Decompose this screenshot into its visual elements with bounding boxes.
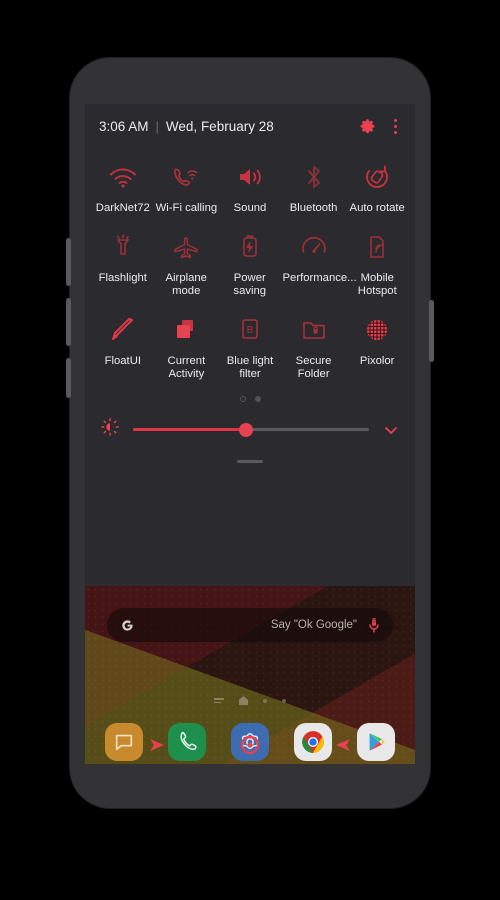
tile-label: FloatUI <box>104 354 141 367</box>
phone-device: 3:06 AM | Wed, February 28 DarkNet72 Wi-… <box>66 58 434 808</box>
page-dot-2-active[interactable] <box>254 395 261 402</box>
home-page-indicator[interactable] <box>85 696 415 705</box>
square-stack-icon <box>172 313 200 347</box>
secure-folder-icon <box>301 313 327 347</box>
wifi-icon <box>108 160 138 194</box>
pen-icon <box>109 313 137 347</box>
tile-label: Performance... <box>282 271 357 284</box>
quick-settings-tiles: DarkNet72 Wi-Fi calling Sound Bluetooth … <box>85 148 415 404</box>
tile-label: Airplane mode <box>165 271 207 298</box>
tile-wifi-calling[interactable]: Wi-Fi calling <box>155 152 219 222</box>
navigation-bar <box>85 726 415 764</box>
tile-airplane-mode[interactable]: Airplane mode <box>155 222 219 305</box>
tile-label: Mobile Hotspot <box>357 271 397 298</box>
brightness-row <box>85 408 415 452</box>
svg-text:B: B <box>247 325 254 336</box>
tile-label: Secure Folder <box>295 354 332 381</box>
tile-label: Pixolor <box>359 354 395 367</box>
tile-label: Sound <box>233 202 267 214</box>
slider-fill <box>133 428 247 431</box>
tile-secure-folder[interactable]: Secure Folder <box>282 305 346 388</box>
status-separator: | <box>155 118 159 134</box>
status-bar-actions <box>359 117 401 136</box>
bluetooth-icon <box>302 160 326 194</box>
brightness-sun-icon <box>101 418 119 441</box>
volume-down-button[interactable] <box>66 298 71 346</box>
status-bar: 3:06 AM | Wed, February 28 <box>85 104 415 148</box>
app-list-icon[interactable] <box>214 698 224 703</box>
tile-label: Flashlight <box>98 271 147 284</box>
blue-light-icon: B <box>239 313 261 347</box>
tile-bluetooth[interactable]: Bluetooth <box>282 152 346 222</box>
panel-page-indicator[interactable] <box>91 394 409 404</box>
page-dot[interactable] <box>263 698 267 703</box>
phone-top-bezel <box>70 58 430 154</box>
home-icon[interactable] <box>239 696 248 705</box>
page-dot[interactable] <box>282 698 286 703</box>
tile-pixolor[interactable]: Pixolor <box>345 305 409 388</box>
power-button[interactable] <box>429 300 434 362</box>
tile-label: Current Activity <box>167 354 206 381</box>
wifi-calling-icon <box>171 160 201 194</box>
battery-saver-icon <box>239 230 261 264</box>
tile-label: Wi-Fi calling <box>155 202 218 214</box>
chevron-down-icon[interactable] <box>383 422 399 438</box>
tile-row-3: FloatUI Current Activity B Blue light fi… <box>91 305 409 388</box>
tile-auto-rotate[interactable]: Auto rotate <box>345 152 409 222</box>
airplane-icon <box>171 230 201 264</box>
tile-label: Blue light filter <box>226 354 274 381</box>
pixolor-grid-icon <box>364 313 390 347</box>
tile-flashlight[interactable]: Flashlight <box>91 222 155 305</box>
kebab-menu-icon[interactable] <box>390 117 401 136</box>
page-dot-1[interactable] <box>239 395 246 402</box>
tile-power-saving[interactable]: Power saving <box>218 222 282 305</box>
tile-label: Power saving <box>233 271 267 298</box>
microphone-icon[interactable] <box>368 617 380 633</box>
assistant-button[interactable] <box>66 358 71 398</box>
volume-icon <box>235 160 265 194</box>
quick-settings-panel: 3:06 AM | Wed, February 28 DarkNet72 Wi-… <box>85 104 415 586</box>
tile-performance[interactable]: Performance... <box>282 222 357 305</box>
tile-floatui[interactable]: FloatUI <box>91 305 155 388</box>
screenshot-stage: 3:06 AM | Wed, February 28 DarkNet72 Wi-… <box>0 0 500 900</box>
search-placeholder: Say "Ok Google" <box>270 619 357 631</box>
tile-row-2: Flashlight Airplane mode Power saving Pe… <box>91 222 409 305</box>
tile-blue-light-filter[interactable]: B Blue light filter <box>218 305 282 388</box>
brightness-slider[interactable] <box>133 421 369 439</box>
tile-label: Bluetooth <box>289 202 338 214</box>
slider-thumb[interactable] <box>239 422 254 437</box>
tile-darknet72[interactable]: DarkNet72 <box>91 152 155 222</box>
tile-label: DarkNet72 <box>95 202 150 214</box>
tile-current-activity[interactable]: Current Activity <box>155 305 219 388</box>
hotspot-icon <box>365 230 389 264</box>
home-circle-icon[interactable] <box>237 734 263 756</box>
tile-mobile-hotspot[interactable]: Mobile Hotspot <box>346 222 410 305</box>
recents-arrow-icon[interactable] <box>146 734 172 756</box>
google-g-icon <box>120 618 135 633</box>
status-clock: 3:06 AM <box>99 118 149 134</box>
volume-up-button[interactable] <box>66 238 71 286</box>
status-date: Wed, February 28 <box>165 118 274 134</box>
tile-sound[interactable]: Sound <box>218 152 282 222</box>
auto-rotate-icon <box>363 160 391 194</box>
speedometer-icon <box>300 230 328 264</box>
google-search-bar[interactable]: Say "Ok Google" <box>107 608 393 642</box>
gear-icon[interactable] <box>359 118 376 135</box>
tile-row-1: DarkNet72 Wi-Fi calling Sound Bluetooth … <box>91 152 409 222</box>
phone-screen: 3:06 AM | Wed, February 28 DarkNet72 Wi-… <box>85 104 415 764</box>
flashlight-icon <box>111 230 135 264</box>
panel-drag-handle[interactable] <box>237 459 263 463</box>
home-screen: Say "Ok Google" Mes <box>85 586 415 764</box>
back-arrow-icon[interactable] <box>328 734 354 756</box>
tile-label: Auto rotate <box>349 202 405 214</box>
